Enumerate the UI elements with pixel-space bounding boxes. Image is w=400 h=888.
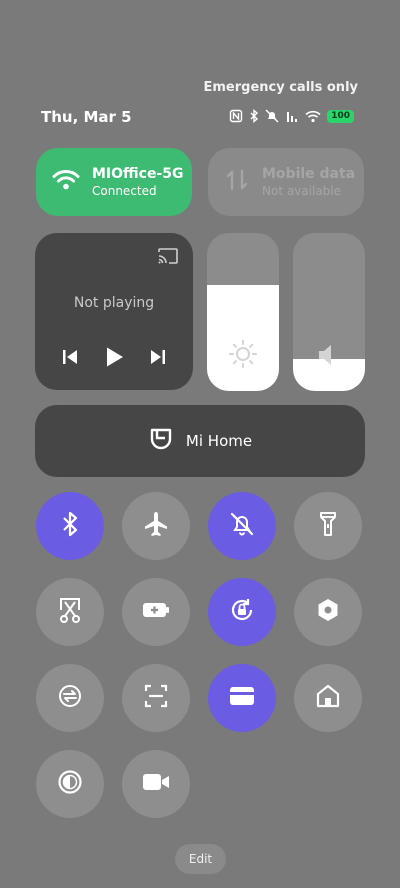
wifi-tile[interactable]: MIOffice-5G Connected	[36, 148, 192, 216]
status-icons: 100	[229, 109, 354, 123]
scissors-screenshot-icon	[57, 596, 83, 628]
brightness-icon	[228, 339, 258, 373]
mi-home-tile[interactable]: Mi Home	[35, 405, 365, 477]
media-status: Not playing	[73, 295, 155, 311]
mobile-data-icon	[224, 167, 250, 197]
sync-toggle[interactable]	[36, 664, 104, 732]
mobile-data-status: Not available	[262, 184, 342, 198]
next-track-icon[interactable]	[149, 348, 167, 366]
home-icon	[315, 683, 341, 713]
cast-icon[interactable]	[157, 247, 179, 269]
battery-saver-toggle[interactable]	[122, 578, 190, 646]
screenshot-toggle[interactable]	[36, 578, 104, 646]
rotation-lock-icon	[228, 596, 256, 628]
previous-track-icon[interactable]	[61, 348, 79, 366]
bluetooth-toggle[interactable]	[36, 492, 104, 560]
video-camera-icon	[141, 771, 171, 797]
bluetooth-icon	[59, 511, 81, 541]
silent-status-icon	[265, 109, 279, 123]
sync-icon	[56, 682, 84, 714]
bluetooth-status-icon	[249, 109, 259, 123]
nfc-icon	[229, 109, 243, 123]
wifi-status-icon	[305, 110, 321, 123]
contrast-icon	[57, 769, 83, 799]
date-label: Thu, Mar 5	[41, 108, 132, 126]
media-player-tile[interactable]: Not playing	[35, 233, 193, 390]
wifi-status: Connected	[92, 184, 157, 198]
silent-mode-toggle[interactable]	[208, 492, 276, 560]
airplane-icon	[142, 510, 170, 542]
scanner-toggle[interactable]	[122, 664, 190, 732]
settings-toggle[interactable]	[294, 578, 362, 646]
volume-icon	[315, 341, 343, 373]
volume-slider[interactable]	[293, 233, 365, 391]
mobile-data-title: Mobile data	[262, 166, 356, 182]
wifi-icon	[52, 169, 80, 195]
battery-indicator: 100	[327, 109, 354, 123]
mi-home-label: Mi Home	[185, 432, 253, 450]
screen-recorder-toggle[interactable]	[122, 750, 190, 818]
flashlight-icon	[317, 510, 339, 542]
mi-home-icon	[148, 426, 174, 456]
rotation-lock-toggle[interactable]	[208, 578, 276, 646]
mobile-data-tile[interactable]: Mobile data Not available	[208, 148, 364, 216]
home-toggle[interactable]	[294, 664, 362, 732]
carrier-status: Emergency calls only	[203, 80, 358, 95]
wifi-network-name: MIOffice-5G	[92, 166, 184, 182]
flashlight-toggle[interactable]	[294, 492, 362, 560]
hexagon-settings-icon	[315, 597, 341, 627]
scan-icon	[143, 683, 169, 713]
airplane-mode-toggle[interactable]	[122, 492, 190, 560]
battery-plus-icon	[141, 600, 171, 624]
bell-off-icon	[229, 511, 255, 541]
wallet-toggle[interactable]	[208, 664, 276, 732]
card-icon	[228, 685, 256, 711]
play-icon[interactable]	[102, 345, 126, 369]
signal-icon	[285, 109, 299, 123]
brightness-slider[interactable]	[207, 233, 279, 391]
edit-button[interactable]: Edit	[175, 844, 226, 874]
dark-mode-toggle[interactable]	[36, 750, 104, 818]
